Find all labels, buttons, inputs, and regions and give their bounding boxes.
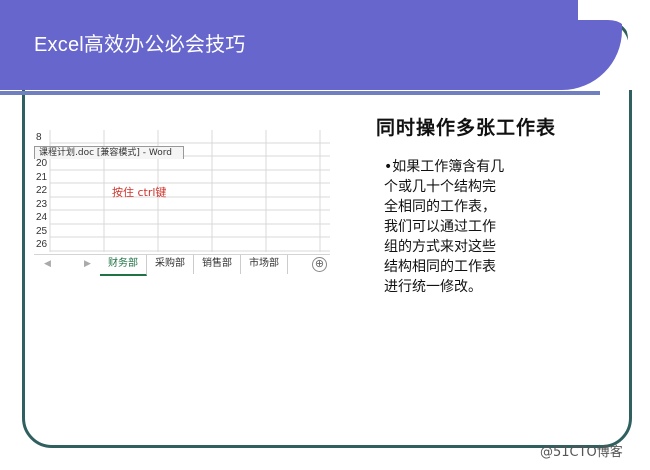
row-number: 24 <box>36 212 48 223</box>
sheet-tab-sales[interactable]: 销售部 <box>194 255 241 274</box>
sheet-tab-finance[interactable]: 财务部 <box>100 255 147 276</box>
body-line: •如果工作簿含有几 <box>384 159 505 175</box>
body-line: 我们可以通过工作 <box>384 219 496 235</box>
add-sheet-icon[interactable]: ⊕ <box>312 257 327 272</box>
section-heading: 同时操作多张工作表 <box>376 117 557 139</box>
body-line: 全相同的工作表， <box>384 199 496 215</box>
banner-curve <box>578 0 650 90</box>
sheet-tab-purchasing[interactable]: 采购部 <box>147 255 194 274</box>
row-number: 21 <box>36 172 48 183</box>
row-number: 23 <box>36 199 48 210</box>
body-paragraph: •如果工作簿含有几 个或几十个结构完 全相同的工作表， 我们可以通过工作 组的方… <box>384 157 534 297</box>
sheet-tab-bar: ◀ ▶ 财务部 采购部 销售部 市场部 ⊕ <box>34 254 330 276</box>
slide-title: Excel高效办公必会技巧 <box>34 34 246 56</box>
row-number: 8 <box>36 132 42 143</box>
scroll-left-icon[interactable]: ◀ <box>44 258 51 269</box>
watermark: @51CTO博客 <box>540 445 623 460</box>
body-line: 结构相同的工作表 <box>384 259 496 275</box>
scroll-right-icon[interactable]: ▶ <box>84 258 91 269</box>
sheet-tab-marketing[interactable]: 市场部 <box>241 255 288 274</box>
body-line: 个或几十个结构完 <box>384 179 496 195</box>
taskbar-window-tooltip: 课程计划.doc [兼容模式] - Word <box>34 146 184 159</box>
row-number: 25 <box>36 226 48 237</box>
body-line: 进行统一修改。 <box>384 279 482 295</box>
row-number: 22 <box>36 185 48 196</box>
ctrl-hint-text: 按住 ctrl键 <box>112 186 167 199</box>
body-line: 组的方式来对这些 <box>384 239 496 255</box>
title-underline <box>0 91 600 95</box>
row-number: 26 <box>36 239 48 250</box>
